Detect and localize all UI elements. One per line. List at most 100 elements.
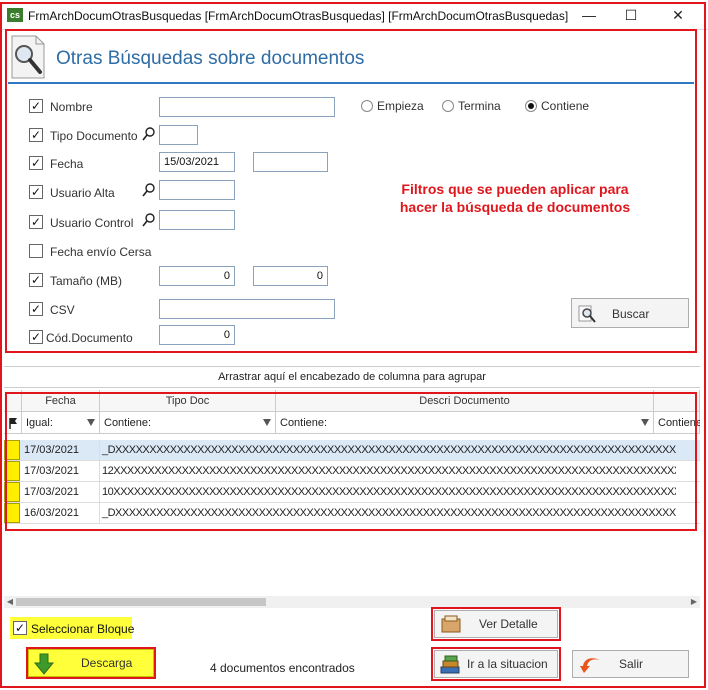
- detail-icon: [441, 615, 461, 633]
- radio-empieza-label: Empieza: [377, 99, 424, 113]
- row-date: 16/03/2021: [22, 503, 100, 523]
- search-icon[interactable]: [142, 127, 156, 141]
- search-icon[interactable]: [142, 183, 156, 197]
- document-search-icon: [11, 35, 45, 79]
- search-button[interactable]: Buscar: [571, 298, 689, 328]
- group-by-panel[interactable]: Arrastrar aquí el encabezado de columna …: [4, 366, 700, 388]
- funnel-icon[interactable]: [263, 419, 271, 426]
- radio-empieza[interactable]: [361, 100, 373, 112]
- fecha-envio-checkbox[interactable]: [29, 244, 43, 258]
- annotation-box-window: [0, 2, 706, 688]
- row-document: 10XXXXXXXXXXXXXXXXXXXXXXXXXXXXXXXXXXXXXX…: [102, 486, 676, 498]
- maximize-button[interactable]: ☐: [620, 6, 642, 24]
- row-indicator[interactable]: [4, 440, 20, 460]
- row-indicator[interactable]: [4, 482, 20, 502]
- filter-operator: Contiene:: [280, 417, 328, 429]
- filter-operator: Contiene:: [104, 417, 152, 429]
- row-date: 17/03/2021: [22, 482, 100, 502]
- annotation-line-2: hacer la búsqueda de documentos: [399, 199, 631, 215]
- fecha-envio-label: Fecha envío Cersa: [50, 245, 152, 259]
- fecha-desde-input[interactable]: [159, 152, 235, 172]
- row-date: 17/03/2021: [22, 461, 100, 481]
- exit-arrow-icon: [580, 658, 600, 673]
- csv-input[interactable]: [159, 299, 335, 319]
- row-indicator[interactable]: [4, 461, 20, 481]
- funnel-icon[interactable]: [641, 419, 649, 426]
- exit-button[interactable]: Salir: [572, 650, 689, 678]
- row-document: _DXXXXXXXXXXXXXXXXXXXXXXXXXXXXXXXXXXXXXX…: [102, 507, 676, 519]
- header-corner: [4, 390, 22, 412]
- close-button[interactable]: ✕: [667, 6, 689, 24]
- cod-documento-checkbox[interactable]: ✓: [29, 330, 43, 344]
- filter-cell-fecha[interactable]: Igual:: [22, 412, 100, 434]
- cod-documento-input[interactable]: [159, 325, 235, 345]
- nombre-checkbox[interactable]: ✓: [29, 99, 43, 113]
- filter-cell-extra[interactable]: Contiene: [654, 412, 700, 434]
- funnel-icon[interactable]: [87, 419, 95, 426]
- tamano-checkbox[interactable]: ✓: [29, 273, 43, 287]
- fecha-checkbox[interactable]: ✓: [29, 156, 43, 170]
- horizontal-scrollbar[interactable]: ◀ ▶: [4, 596, 700, 608]
- window-title: FrmArchDocumOtrasBusquedas [FrmArchDocum…: [28, 9, 569, 23]
- usuario-alta-input[interactable]: [159, 180, 235, 200]
- go-situation-button[interactable]: Ir a la situacion: [434, 650, 558, 678]
- csv-checkbox[interactable]: ✓: [29, 302, 43, 316]
- nombre-input[interactable]: [159, 97, 335, 117]
- go-situation-label: Ir a la situacion: [467, 657, 548, 671]
- fecha-hasta-input[interactable]: [253, 152, 328, 172]
- radio-termina[interactable]: [442, 100, 454, 112]
- search-icon: [578, 305, 596, 323]
- row-indicator[interactable]: [4, 503, 20, 523]
- download-button[interactable]: Descarga: [28, 649, 154, 677]
- page-header: Otras Búsquedas sobre documentos: [8, 34, 694, 84]
- column-header-descri-documento[interactable]: Descri Documento: [276, 390, 654, 412]
- row-date: 17/03/2021: [22, 440, 100, 460]
- table-row[interactable]: 16/03/2021 _DXXXXXXXXXXXXXXXXXXXXXXXXXXX…: [4, 503, 700, 524]
- view-detail-button[interactable]: Ver Detalle: [434, 610, 558, 638]
- usuario-control-checkbox[interactable]: ✓: [29, 215, 43, 229]
- table-row[interactable]: 17/03/2021 _DXXXXXXXXXXXXXXXXXXXXXXXXXXX…: [4, 440, 700, 461]
- search-button-label: Buscar: [612, 307, 650, 321]
- books-icon: [440, 655, 460, 674]
- usuario-control-input[interactable]: [159, 210, 235, 230]
- filter-operator: Contiene: [658, 417, 700, 429]
- table-row[interactable]: 17/03/2021 12XXXXXXXXXXXXXXXXXXXXXXXXXXX…: [4, 461, 700, 482]
- csv-label: CSV: [50, 303, 75, 317]
- column-header-tipo-doc[interactable]: Tipo Doc: [100, 390, 276, 412]
- filter-cell-tipo-doc[interactable]: Contiene:: [100, 412, 276, 434]
- tipo-documento-label: Tipo Documento: [50, 129, 138, 143]
- fecha-label: Fecha: [50, 157, 84, 171]
- results-grid: Fecha Tipo Doc Descri Documento Igual: C…: [4, 390, 700, 530]
- minimize-button[interactable]: —: [578, 6, 600, 24]
- radio-contiene[interactable]: [525, 100, 537, 112]
- usuario-alta-checkbox[interactable]: ✓: [29, 185, 43, 199]
- cod-documento-label: Cód.Documento: [46, 331, 133, 345]
- usuario-control-label: Usuario Control: [50, 216, 134, 230]
- select-block-option[interactable]: ✓ Seleccionar Bloque: [10, 617, 134, 639]
- scroll-right-button[interactable]: ▶: [688, 596, 700, 608]
- table-row[interactable]: 17/03/2021 10XXXXXXXXXXXXXXXXXXXXXXXXXXX…: [4, 482, 700, 503]
- search-icon[interactable]: [142, 213, 156, 227]
- app-icon: cs: [7, 8, 23, 22]
- tipo-documento-input[interactable]: [159, 125, 198, 145]
- view-detail-label: Ver Detalle: [479, 617, 538, 631]
- filter-cell-descri-documento[interactable]: Contiene:: [276, 412, 654, 434]
- filter-operator: Igual:: [26, 417, 53, 429]
- annotation-note: Filtros que se pueden aplicar para hacer…: [370, 180, 660, 216]
- tamano-hasta-input[interactable]: [253, 266, 328, 286]
- row-document: _DXXXXXXXXXXXXXXXXXXXXXXXXXXXXXXXXXXXXXX…: [102, 444, 676, 456]
- tipo-documento-checkbox[interactable]: ✓: [29, 128, 43, 142]
- exit-button-label: Salir: [619, 657, 644, 671]
- scroll-left-button[interactable]: ◀: [4, 596, 16, 608]
- title-bar: cs FrmArchDocumOtrasBusquedas [FrmArchDo…: [0, 0, 708, 30]
- scrollbar-thumb[interactable]: [16, 598, 266, 606]
- nombre-label: Nombre: [50, 100, 93, 114]
- radio-termina-label: Termina: [458, 99, 501, 113]
- column-header-fecha[interactable]: Fecha: [22, 390, 100, 412]
- column-header-extra[interactable]: [654, 390, 700, 412]
- row-document: 12XXXXXXXXXXXXXXXXXXXXXXXXXXXXXXXXXXXXXX…: [102, 465, 676, 477]
- usuario-alta-label: Usuario Alta: [50, 186, 115, 200]
- select-block-checkbox[interactable]: ✓: [13, 621, 27, 635]
- annotation-line-1: Filtros que se pueden aplicar para: [401, 181, 629, 197]
- tamano-desde-input[interactable]: [159, 266, 235, 286]
